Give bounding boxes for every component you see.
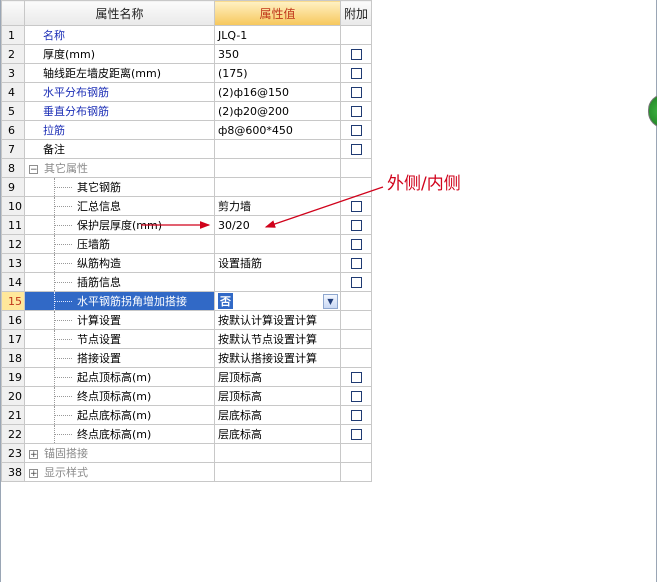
annotation-arrows	[141, 186, 384, 229]
arrow-line-right	[264, 186, 384, 228]
annotation-label: 外侧/内侧	[387, 174, 461, 194]
